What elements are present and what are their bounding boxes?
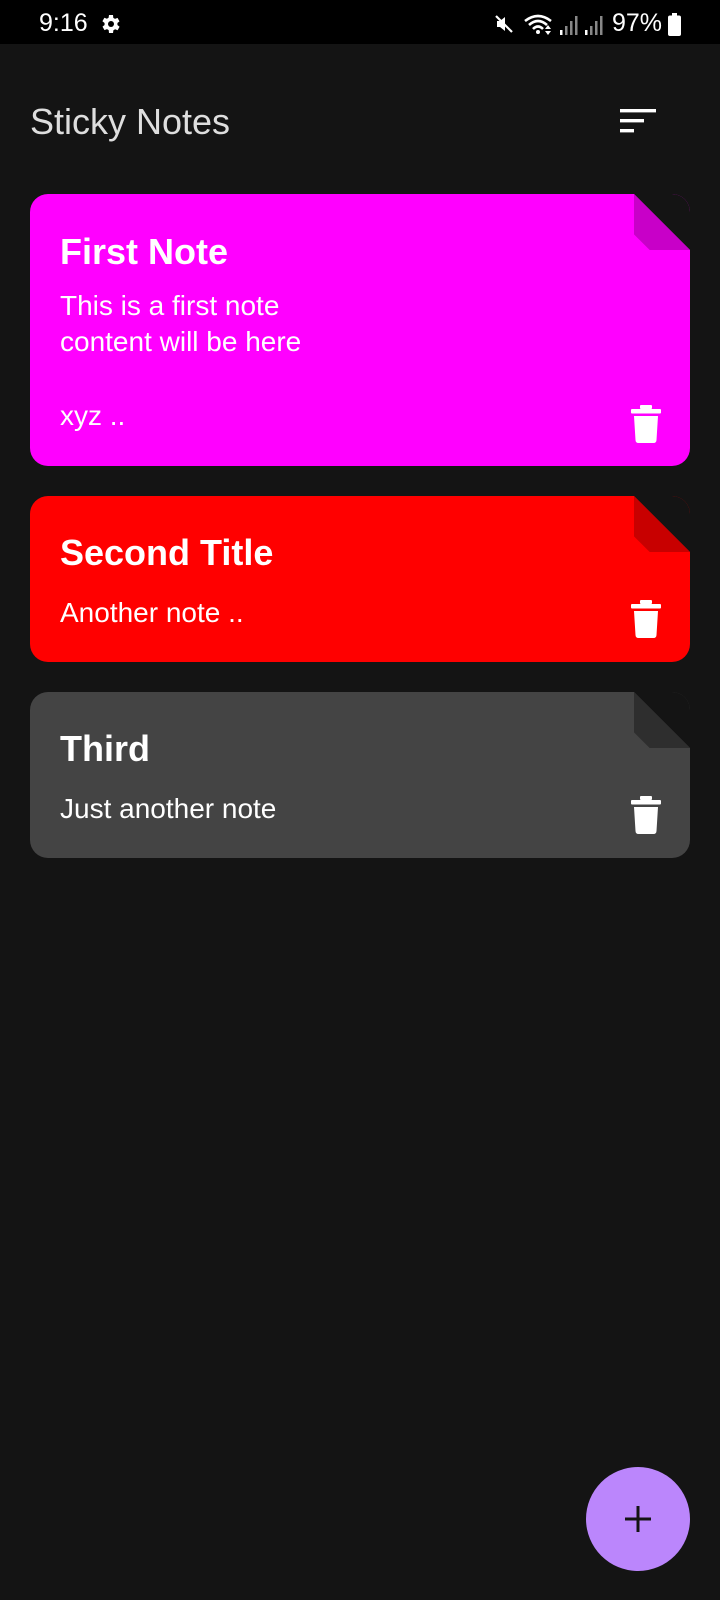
signal-icon <box>585 16 603 35</box>
note-title: First Note <box>60 231 229 272</box>
note-card-first-note[interactable]: First Note This is a first note content … <box>30 194 690 466</box>
page-title: Sticky Notes <box>30 101 231 142</box>
status-time: 9:16 <box>39 9 88 37</box>
sort-button[interactable] <box>610 95 666 147</box>
note-content: This is a first note content will be her… <box>60 290 302 357</box>
note-card-second-title[interactable]: Second Title Another note .. <box>30 496 690 662</box>
notes-list: First Note This is a first note content … <box>30 194 690 888</box>
app-screen: 9:16 97% Sticky Notes First Note This is… <box>0 0 720 1600</box>
delete-icon[interactable] <box>630 796 662 834</box>
note-content-extra: xyz .. <box>60 400 126 431</box>
note-card-third[interactable]: Third Just another note <box>30 692 690 858</box>
note-title: Third <box>60 728 150 769</box>
add-note-button[interactable] <box>586 1467 690 1571</box>
settings-gear-icon <box>102 15 120 33</box>
note-title: Second Title <box>60 532 274 573</box>
wifi-icon <box>524 14 552 35</box>
note-content: Another note .. <box>60 597 244 628</box>
battery-percentage: 97% <box>612 9 663 37</box>
delete-icon[interactable] <box>630 600 662 638</box>
sort-icon <box>620 109 656 133</box>
status-bar: 9:16 97% <box>0 0 720 44</box>
delete-icon[interactable] <box>630 405 662 443</box>
plus-icon <box>625 1506 651 1532</box>
battery-icon <box>668 13 681 36</box>
mute-icon <box>495 15 513 33</box>
note-content: Just another note <box>60 793 277 824</box>
signal-icon <box>560 16 578 35</box>
